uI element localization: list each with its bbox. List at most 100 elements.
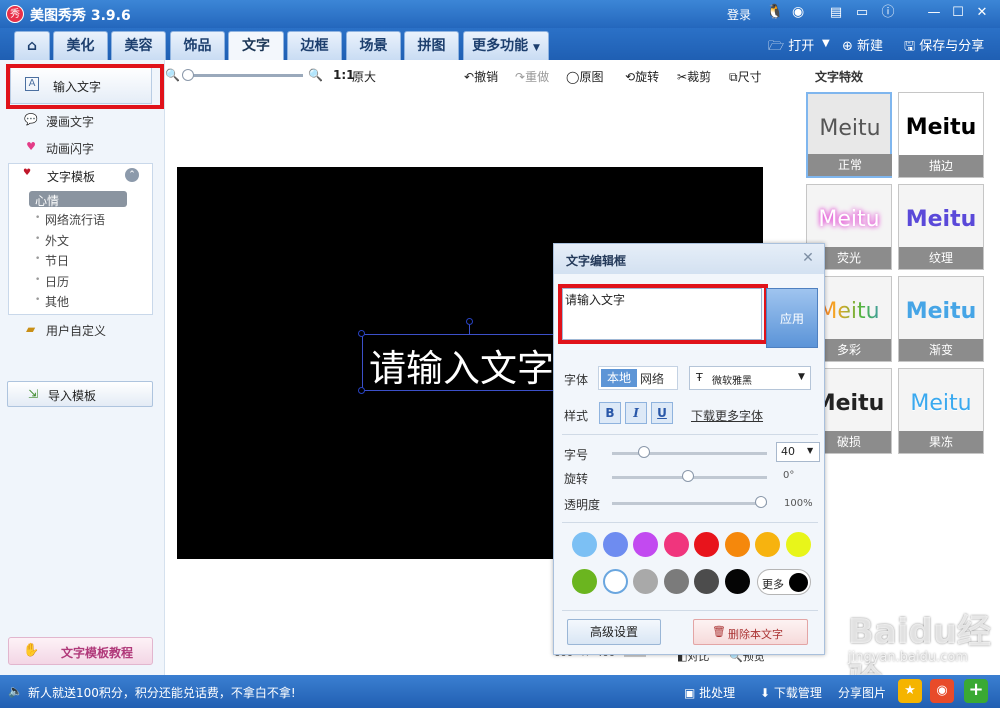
new-button[interactable]: ⊕ 新建 bbox=[842, 35, 883, 54]
scissors-icon: ✂ bbox=[677, 70, 688, 84]
chevron-down-icon: ▼ bbox=[532, 43, 540, 53]
status-notice[interactable]: 新人就送100积分，积分还能兑话费，不拿白不拿! bbox=[28, 684, 296, 701]
tab-text[interactable]: 文字 bbox=[228, 31, 284, 60]
text-layer-content[interactable]: 请输入文字 bbox=[369, 338, 554, 392]
rotate-slider-knob[interactable] bbox=[682, 470, 694, 482]
tab-border[interactable]: 边框 bbox=[287, 31, 342, 60]
collapse-icon[interactable]: ⌃ bbox=[125, 168, 139, 182]
color-swatch[interactable] bbox=[572, 569, 597, 594]
more-colors-button[interactable]: 更多 bbox=[757, 569, 811, 595]
template-item-other[interactable]: 其他 bbox=[45, 293, 69, 310]
batch-button[interactable]: ▣ 批处理 bbox=[684, 684, 735, 701]
zoom-out-icon[interactable]: 🔍 bbox=[165, 68, 180, 82]
opacity-slider[interactable] bbox=[612, 502, 767, 505]
effect-outline[interactable]: Meitu 描边 bbox=[898, 92, 984, 178]
color-swatch[interactable] bbox=[724, 569, 750, 594]
bold-button[interactable]: B bbox=[599, 402, 621, 424]
effect-texture[interactable]: Meitu 纹理 bbox=[898, 184, 984, 270]
skin-icon[interactable]: ▭ bbox=[852, 4, 872, 22]
resize-handle[interactable] bbox=[358, 387, 365, 394]
advanced-settings-button[interactable]: 高级设置 bbox=[567, 619, 661, 645]
info-icon[interactable]: ⓘ bbox=[878, 4, 898, 22]
font-online-tab[interactable]: 网络 bbox=[640, 370, 664, 387]
original-button[interactable]: ◯原图 bbox=[566, 68, 603, 85]
rotate-button[interactable]: ⟲旋转 bbox=[625, 68, 659, 85]
tutorial-button[interactable]: ✋ 文字模板教程 bbox=[8, 637, 153, 665]
comic-text-item[interactable]: 漫画文字 bbox=[46, 113, 94, 130]
original-size-button[interactable]: 原大 bbox=[352, 68, 376, 85]
user-custom-item[interactable]: 用户自定义 bbox=[46, 322, 106, 339]
size-slider[interactable] bbox=[612, 452, 767, 455]
close-window-button[interactable]: ✕ bbox=[972, 4, 992, 22]
color-swatch[interactable] bbox=[602, 532, 628, 557]
color-swatch[interactable] bbox=[663, 532, 689, 557]
tab-accessories[interactable]: 饰品 bbox=[170, 31, 225, 60]
template-item-mood[interactable]: 心情 bbox=[35, 192, 59, 209]
qq-icon[interactable]: 🐧 bbox=[766, 4, 783, 20]
rotate-handle[interactable] bbox=[466, 318, 473, 325]
open-button[interactable]: 🗁 打开 bbox=[768, 35, 814, 59]
template-item-calendar[interactable]: 日历 bbox=[45, 273, 69, 290]
color-swatch[interactable] bbox=[694, 569, 719, 594]
delete-text-button[interactable]: 🗑 删除本文字 bbox=[693, 619, 808, 645]
resize-handle[interactable] bbox=[358, 330, 365, 337]
effect-normal[interactable]: Meitu 正常 bbox=[806, 92, 892, 178]
feedback-icon[interactable]: ▤ bbox=[826, 4, 846, 22]
tab-scene[interactable]: 场景 bbox=[346, 31, 401, 60]
app-title: 美图秀秀 3.9.6 bbox=[30, 8, 131, 24]
template-title[interactable]: 文字模板 bbox=[47, 168, 95, 185]
import-template-button[interactable]: ⇲ 导入模板 bbox=[7, 381, 153, 407]
zoom-slider[interactable] bbox=[185, 74, 303, 77]
template-item-net-slang[interactable]: 网络流行语 bbox=[45, 211, 105, 228]
color-swatch[interactable] bbox=[724, 532, 750, 557]
open-dropdown-icon[interactable]: ▼ bbox=[822, 38, 830, 49]
zoom-slider-knob[interactable] bbox=[182, 69, 194, 81]
color-swatch[interactable] bbox=[602, 569, 628, 594]
tab-home[interactable]: ⌂ bbox=[14, 31, 50, 60]
download-manager-button[interactable]: ⬇ 下载管理 bbox=[760, 684, 822, 701]
template-item-festival[interactable]: 节日 bbox=[45, 252, 69, 269]
share-image-label[interactable]: 分享图片 bbox=[838, 684, 886, 701]
effect-gradient[interactable]: Meitu 渐变 bbox=[898, 276, 984, 362]
color-swatch[interactable] bbox=[694, 532, 719, 557]
tab-beauty[interactable]: 美容 bbox=[111, 31, 166, 60]
size-button[interactable]: ⧉尺寸 bbox=[729, 68, 762, 85]
qzone-star-icon[interactable]: ★ bbox=[898, 679, 922, 703]
download-fonts-link[interactable]: 下载更多字体 bbox=[691, 407, 763, 424]
color-swatch[interactable] bbox=[633, 532, 658, 557]
weibo-icon[interactable]: ◉ bbox=[792, 4, 804, 20]
maximize-button[interactable]: ☐ bbox=[948, 4, 968, 22]
batch-label: 批处理 bbox=[699, 686, 736, 700]
redo-button[interactable]: ↷重做 bbox=[515, 68, 549, 85]
tab-beautify[interactable]: 美化 bbox=[53, 31, 108, 60]
underline-button[interactable]: U bbox=[651, 402, 673, 424]
undo-button[interactable]: ↶撤销 bbox=[464, 68, 498, 85]
italic-button[interactable]: I bbox=[625, 402, 647, 424]
color-swatch[interactable] bbox=[755, 532, 780, 557]
save-share-button[interactable]: 🖫 保存与分享 bbox=[904, 35, 984, 59]
color-swatch[interactable] bbox=[785, 532, 811, 557]
color-swatch[interactable] bbox=[663, 569, 689, 594]
animated-text-item[interactable]: 动画闪字 bbox=[46, 140, 94, 157]
font-local-tab[interactable]: 本地 bbox=[601, 369, 637, 387]
template-item-foreign[interactable]: 外文 bbox=[45, 232, 69, 249]
color-swatch[interactable] bbox=[572, 532, 597, 557]
effect-jelly[interactable]: Meitu 果冻 bbox=[898, 368, 984, 454]
tab-more-features[interactable]: 更多功能 ▼ bbox=[463, 31, 549, 60]
size-select[interactable]: 40 ▼ bbox=[776, 442, 820, 462]
size-slider-knob[interactable] bbox=[638, 446, 650, 458]
font-select[interactable]: Ŧ 微软雅黑 ▼ bbox=[689, 366, 811, 390]
login-link[interactable]: 登录 bbox=[727, 6, 751, 23]
open-label: 打开 bbox=[788, 39, 815, 54]
color-swatch[interactable] bbox=[633, 569, 658, 594]
apply-button[interactable]: 应用 bbox=[766, 288, 818, 348]
close-icon[interactable]: ✕ bbox=[800, 250, 816, 266]
opacity-slider-knob[interactable] bbox=[755, 496, 767, 508]
add-share-icon[interactable]: + bbox=[964, 679, 988, 703]
weibo-share-icon[interactable]: ◉ bbox=[930, 679, 954, 703]
tab-collage[interactable]: 拼图 bbox=[404, 31, 459, 60]
minimize-button[interactable]: — bbox=[924, 4, 944, 22]
crop-button[interactable]: ✂裁剪 bbox=[677, 68, 711, 85]
size-label: 字号 bbox=[564, 448, 589, 462]
zoom-in-icon[interactable]: 🔍 bbox=[308, 68, 323, 82]
